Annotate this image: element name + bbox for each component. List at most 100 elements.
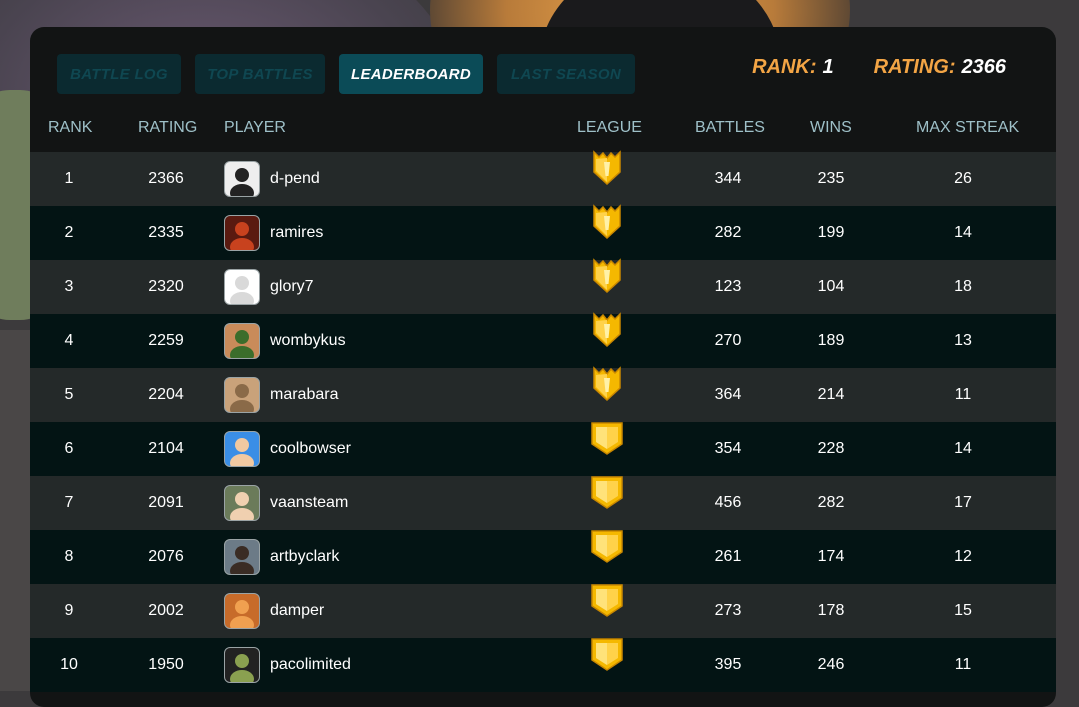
max-streak-cell: 11 [954, 656, 972, 673]
table-row[interactable]: 1 2366 d-pend 344 235 26 [30, 149, 1056, 209]
table-body: 1 2366 d-pend 344 235 26 2 2335 ramires [30, 149, 1056, 695]
player-name[interactable]: damper [270, 584, 324, 638]
player-name[interactable]: artbyclark [270, 530, 339, 584]
battles-cell: 344 [714, 170, 742, 187]
table-row[interactable]: 3 2320 glory7 123 104 18 [30, 257, 1056, 314]
player-name[interactable]: wombykus [270, 314, 346, 368]
table-row[interactable]: 4 2259 wombykus 270 189 13 [30, 311, 1056, 371]
tab-top-battles[interactable]: TOP BATTLES [195, 54, 325, 94]
tab-battle-log[interactable]: BATTLE LOG [57, 54, 181, 94]
battles-cell: 273 [714, 602, 742, 619]
player-cell[interactable]: pacolimited [224, 638, 524, 692]
table-row[interactable]: 10 1950 pacolimited 395 246 11 [30, 636, 1056, 695]
rank-cell: 2 [64, 224, 74, 241]
header-rank: RANK [48, 119, 93, 136]
battles-cell: 395 [714, 656, 742, 673]
league-cell [577, 311, 637, 371]
table-row[interactable]: 6 2104 coolbowser 354 228 14 [30, 421, 1056, 476]
battles-cell: 261 [714, 548, 742, 565]
max-streak-cell: 17 [954, 494, 972, 511]
header-player: PLAYER [224, 119, 286, 136]
gold-shield-icon [589, 528, 625, 587]
rating-value: 2366 [961, 56, 1007, 78]
player-name[interactable]: ramires [270, 206, 323, 260]
player-cell[interactable]: coolbowser [224, 422, 524, 476]
champion-crest-icon [591, 149, 623, 209]
avatar[interactable] [224, 377, 260, 413]
rank-cell: 4 [64, 332, 74, 349]
avatar[interactable] [224, 161, 260, 197]
player-name[interactable]: marabara [270, 368, 338, 422]
wins-cell: 228 [817, 440, 845, 457]
champion-crest-icon [591, 311, 623, 371]
player-cell[interactable]: vaansteam [224, 476, 524, 530]
rank-cell: 10 [60, 656, 78, 673]
rating-cell: 1950 [148, 656, 184, 673]
league-cell [577, 365, 637, 425]
table-header: RANK RATING PLAYER LEAGUE BATTLES WINS M… [30, 117, 1056, 151]
max-streak-cell: 13 [954, 332, 972, 349]
rank-cell: 6 [64, 440, 74, 457]
gold-shield-icon [589, 636, 625, 695]
avatar[interactable] [224, 269, 260, 305]
tab-bar: BATTLE LOG TOP BATTLES LEADERBOARD LAST … [57, 54, 635, 94]
rating-cell: 2076 [148, 548, 184, 565]
avatar[interactable] [224, 539, 260, 575]
rating-stat: RATING: 2366 [874, 56, 1006, 79]
player-cell[interactable]: damper [224, 584, 524, 638]
header-league: LEAGUE [577, 119, 642, 136]
player-cell[interactable]: wombykus [224, 314, 524, 368]
player-cell[interactable]: marabara [224, 368, 524, 422]
player-name[interactable]: vaansteam [270, 476, 348, 530]
table-row[interactable]: 5 2204 marabara 364 214 11 [30, 365, 1056, 425]
league-cell [577, 149, 637, 209]
rank-value: 1 [822, 56, 834, 78]
rank-stat: RANK: 1 [752, 56, 834, 79]
wins-cell: 178 [817, 602, 845, 619]
rating-cell: 2204 [148, 386, 184, 403]
rating-cell: 2320 [148, 278, 184, 295]
avatar[interactable] [224, 431, 260, 467]
player-name[interactable]: glory7 [270, 260, 314, 314]
player-cell[interactable]: artbyclark [224, 530, 524, 584]
league-cell [577, 636, 637, 695]
max-streak-cell: 11 [954, 386, 972, 403]
battles-cell: 282 [714, 224, 742, 241]
table-row[interactable]: 2 2335 ramires 282 199 14 [30, 203, 1056, 260]
battles-cell: 354 [714, 440, 742, 457]
avatar[interactable] [224, 485, 260, 521]
player-name[interactable]: coolbowser [270, 422, 351, 476]
tab-leaderboard[interactable]: LEADERBOARD [339, 54, 483, 94]
max-streak-cell: 14 [954, 440, 972, 457]
player-cell[interactable]: ramires [224, 206, 524, 260]
rating-cell: 2002 [148, 602, 184, 619]
table-row[interactable]: 9 2002 damper 273 178 15 [30, 582, 1056, 641]
avatar[interactable] [224, 323, 260, 359]
wins-cell: 104 [817, 278, 845, 295]
rating-cell: 2335 [148, 224, 184, 241]
avatar[interactable] [224, 215, 260, 251]
rank-cell: 9 [64, 602, 74, 619]
player-name[interactable]: pacolimited [270, 638, 351, 692]
wins-cell: 214 [817, 386, 845, 403]
table-row[interactable]: 7 2091 vaansteam 456 282 17 [30, 475, 1056, 530]
player-name[interactable]: d-pend [270, 152, 320, 206]
champion-crest-icon [591, 365, 623, 425]
rank-cell: 7 [64, 494, 74, 511]
league-cell [577, 582, 637, 641]
wins-cell: 199 [817, 224, 845, 241]
avatar[interactable] [224, 647, 260, 683]
rating-cell: 2104 [148, 440, 184, 457]
table-row[interactable]: 8 2076 artbyclark 261 174 12 [30, 528, 1056, 587]
gold-shield-icon [589, 582, 625, 641]
tab-last-season[interactable]: LAST SEASON [497, 54, 635, 94]
player-cell[interactable]: d-pend [224, 152, 524, 206]
avatar[interactable] [224, 593, 260, 629]
player-cell[interactable]: glory7 [224, 260, 524, 314]
league-cell [577, 421, 637, 476]
league-cell [577, 528, 637, 587]
rating-cell: 2259 [148, 332, 184, 349]
rank-cell: 8 [64, 548, 74, 565]
rank-cell: 3 [64, 278, 74, 295]
battles-cell: 270 [714, 332, 742, 349]
